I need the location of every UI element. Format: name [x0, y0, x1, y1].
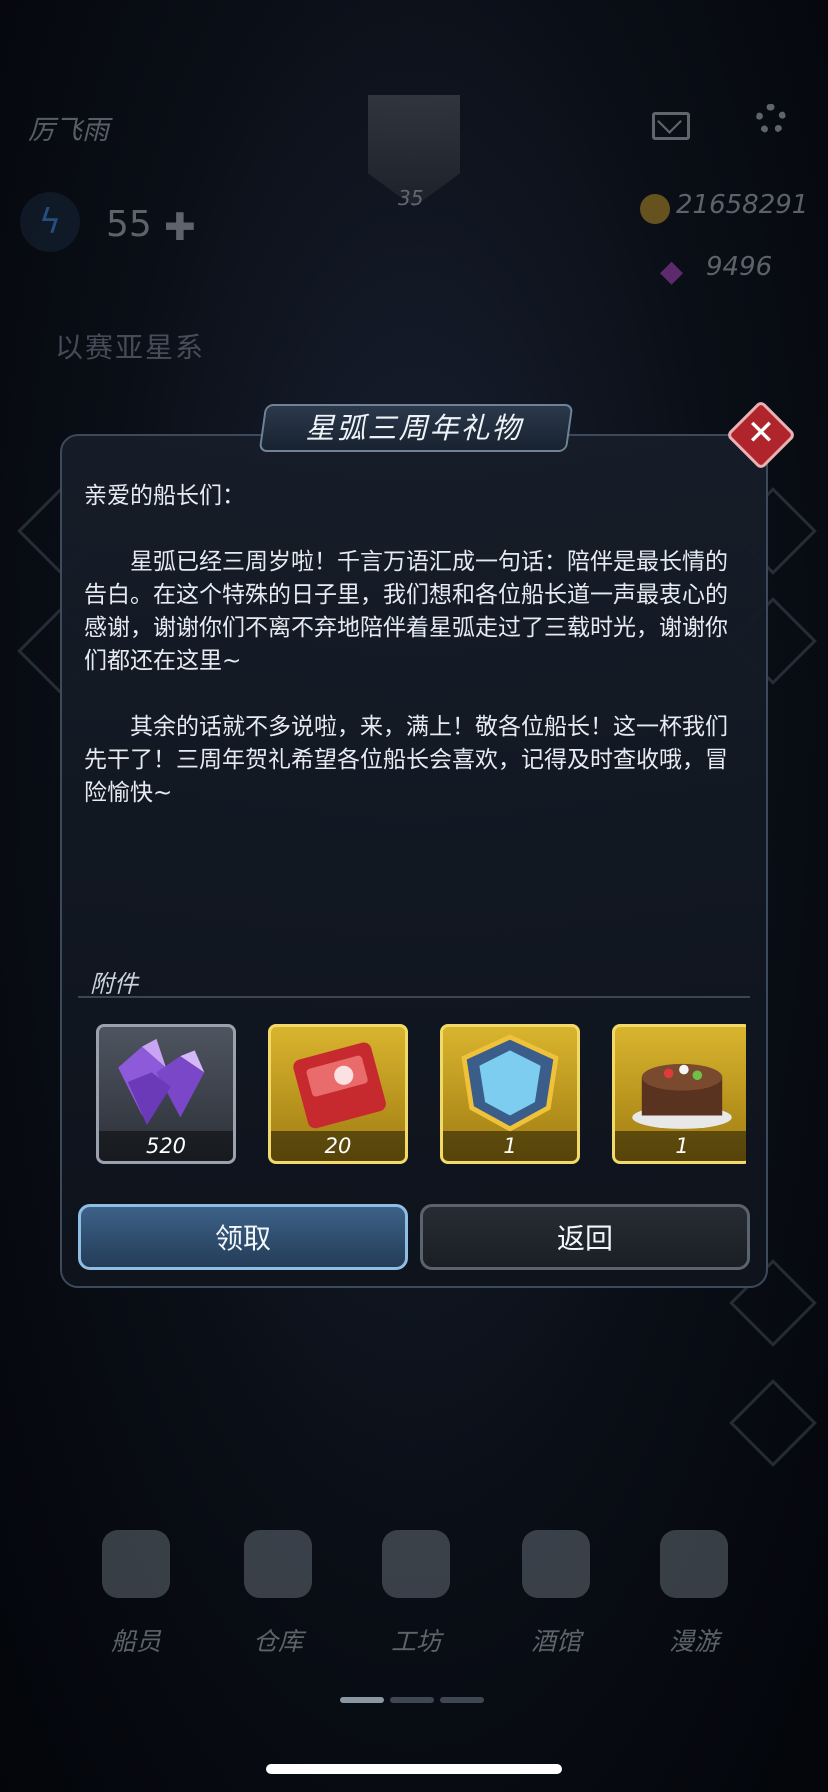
- roam-icon: [660, 1530, 728, 1598]
- energy-value: 55: [106, 204, 152, 245]
- item-count: 1: [443, 1131, 577, 1161]
- item-count: 1: [615, 1131, 746, 1161]
- shield-badge-icon: [461, 1034, 559, 1132]
- player-name: 厉飞雨: [28, 115, 109, 146]
- divider: [78, 996, 750, 998]
- nav-label: 工坊: [390, 1627, 441, 1656]
- nav-label: 漫游: [668, 1627, 719, 1656]
- nav-item-roam[interactable]: 漫游: [634, 1530, 754, 1658]
- warehouse-icon: [244, 1530, 312, 1598]
- crystal-icon: [118, 1038, 205, 1126]
- plus-icon[interactable]: ✚: [164, 205, 196, 249]
- nav-item-warehouse[interactable]: 仓库: [218, 1530, 338, 1658]
- ticket-icon: [293, 1042, 386, 1129]
- nav-item-crew[interactable]: 船员: [76, 1530, 196, 1658]
- nav-label: 仓库: [252, 1627, 303, 1656]
- gem-icon: ◆: [660, 254, 684, 289]
- letter-paragraph: 其余的话就不多说啦，来，满上！敬各位船长！这一杯我们先干了！三周年贺礼希望各位船…: [84, 714, 728, 806]
- attachment-item[interactable]: 1: [440, 1024, 580, 1164]
- energy-icon: ϟ: [20, 192, 80, 252]
- attachment-item[interactable]: 1: [612, 1024, 746, 1164]
- coin-value: 21658291: [676, 190, 809, 220]
- task-list-icon[interactable]: [729, 1379, 817, 1467]
- gem-value: 9496: [706, 252, 773, 282]
- avatar-level: 35: [398, 186, 424, 210]
- letter-body: 亲爱的船长们： 星弧已经三周岁啦！千言万语汇成一句话：陪伴是最长情的告白。在这个…: [84, 480, 748, 843]
- item-count: 520: [99, 1131, 233, 1161]
- coin-icon: [640, 194, 670, 224]
- tavern-icon: [522, 1530, 590, 1598]
- claim-button[interactable]: 领取: [78, 1204, 408, 1270]
- star-system-name: 以赛亚星系: [55, 331, 206, 364]
- back-button[interactable]: 返回: [420, 1204, 750, 1270]
- cake-icon: [632, 1063, 732, 1129]
- letter-paragraph: 星弧已经三周岁啦！千言万语汇成一句话：陪伴是最长情的告白。在这个特殊的日子里，我…: [84, 549, 728, 674]
- mail-icon[interactable]: [652, 112, 690, 140]
- attachment-item[interactable]: 20: [268, 1024, 408, 1164]
- page-dot: [340, 1697, 384, 1703]
- nav-item-tavern[interactable]: 酒馆: [496, 1530, 616, 1658]
- attachments-label: 附件: [90, 970, 138, 998]
- page-indicator: [340, 1688, 490, 1707]
- page-dot: [390, 1697, 434, 1703]
- attachment-item[interactable]: 520: [96, 1024, 236, 1164]
- home-indicator[interactable]: [266, 1764, 562, 1774]
- nav-label: 船员: [110, 1627, 161, 1656]
- bottom-nav: 船员 仓库 工坊 酒馆 漫游: [0, 1530, 828, 1710]
- workshop-icon: [382, 1530, 450, 1598]
- gear-icon[interactable]: [756, 104, 786, 134]
- letter-greeting: 亲爱的船长们：: [84, 483, 245, 509]
- item-count: 20: [271, 1131, 405, 1161]
- page-dot: [440, 1697, 484, 1703]
- crew-icon: [102, 1530, 170, 1598]
- nav-item-workshop[interactable]: 工坊: [356, 1530, 476, 1658]
- nav-label: 酒馆: [530, 1627, 581, 1656]
- attachment-items: 520 20 1 1: [96, 1024, 746, 1170]
- dialog-title: 星弧三周年礼物: [305, 411, 523, 445]
